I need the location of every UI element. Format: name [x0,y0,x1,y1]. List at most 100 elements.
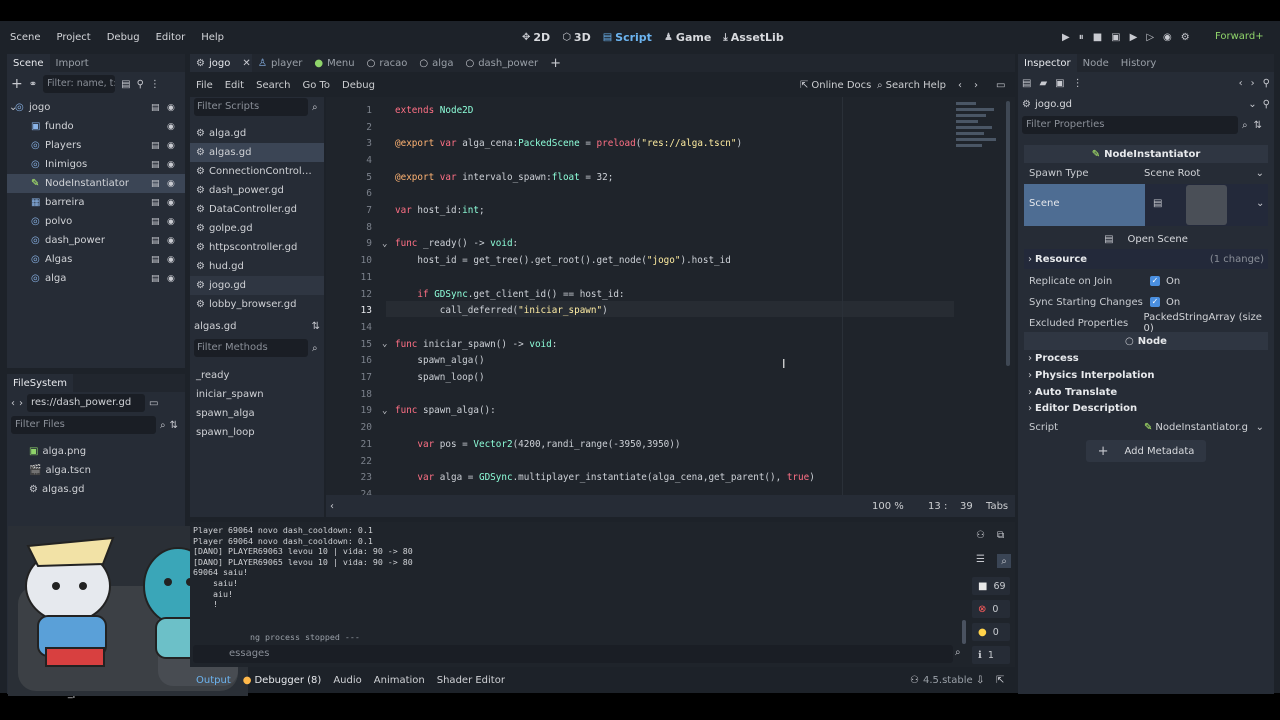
history-forward-icon[interactable]: › [1251,78,1255,89]
close-icon[interactable]: ✕ [242,58,250,69]
window-icon[interactable]: ▭ [996,80,1005,91]
scene-node-nodeinstantiator[interactable]: ✎ NodeInstantiator ◉ ▤ [7,174,185,193]
code-line[interactable]: 2 [326,119,966,136]
visibility-eye-icon[interactable]: ◉ [167,274,175,284]
script-attach-icon[interactable]: ▤ [121,79,130,90]
menu-project[interactable]: Project [49,32,99,43]
script-attached-icon[interactable]: ▤ [151,160,160,170]
code-line[interactable]: 23 var alga = GDSync.multiplayer_instant… [326,469,966,486]
property-value[interactable]: PackedStringArray (size 0) [1144,312,1268,334]
add-tab-icon[interactable]: + [550,56,561,71]
chevron-down-icon[interactable]: ⌄ [1256,168,1264,179]
sort-icon[interactable]: ⇅ [312,321,320,332]
visibility-eye-icon[interactable]: ◉ [167,198,175,208]
workspace-assetlib[interactable]: ⤓ AssetLib [717,31,789,44]
indent-mode[interactable]: Tabs [986,501,1008,512]
add-metadata-button[interactable]: + Add Metadata [1086,440,1206,462]
fold-chevron-icon[interactable]: ⌄ [382,239,387,249]
sort-icon[interactable]: ⇅ [170,420,178,431]
save-icon[interactable]: ▣ [1055,78,1064,89]
file-item[interactable]: ▣ alga.png [7,442,185,461]
clear-output-icon[interactable]: ⚇ [976,530,985,541]
open-scene-button[interactable]: ▤ Open Scene [1024,229,1268,249]
code-line[interactable]: 14 [326,319,966,336]
script-attached-icon[interactable]: ▤ [151,179,160,189]
scene-node-algas[interactable]: ◎ Algas ◉ ▤ [7,250,185,269]
property-excluded-properties[interactable]: Excluded Properties PackedStringArray (si… [1024,312,1268,334]
code-line[interactable]: 19 func spawn_alga(): ⌄ [326,403,966,420]
chevron-down-icon[interactable]: ⌄ [1256,198,1264,209]
code-line[interactable]: 11 [326,269,966,286]
code-line[interactable]: 4 [326,152,966,169]
scene-node-barreira[interactable]: ▦ barreira ◉ ▤ [7,193,185,212]
search-help-button[interactable]: ⌕ Search Help [877,80,946,91]
kebab-menu-icon[interactable]: ⋮ [150,79,160,90]
workspace-3d[interactable]: ⬡ 3D [556,31,597,44]
history-back-icon[interactable]: ‹ [958,80,962,91]
script-list-item[interactable]: ⚙ jogo.gd [190,276,324,295]
visibility-eye-icon[interactable]: ◉ [167,141,175,151]
vertical-scrollbar[interactable] [1006,101,1010,366]
search-output-icon[interactable]: ⌕ [997,554,1011,568]
split-mode-icon[interactable]: ▭ [149,398,158,409]
code-line[interactable]: 12 if GDSync.get_client_id() == host_id: [326,286,966,303]
scene-node-players[interactable]: ◎ Players ◉ ▤ [7,136,185,155]
script-attached-icon[interactable]: ▤ [151,217,160,227]
online-docs-button[interactable]: ⇱ Online Docs [800,80,871,91]
play-custom-icon[interactable]: ▷ [1146,32,1154,43]
script-attached-icon[interactable]: ▤ [151,141,160,151]
script-attached-icon[interactable]: ▤ [151,236,160,246]
fold-chevron-icon[interactable]: ⌄ [382,339,387,349]
menu-debug[interactable]: Debug [99,32,148,43]
script-list-item[interactable]: ⚙ DataController.gd [190,200,324,219]
tab-filesystem[interactable]: FileSystem [7,374,74,392]
method-item[interactable]: spawn_alga [190,404,324,423]
remote-debug-icon[interactable]: ▣ [1111,32,1120,43]
history-forward-icon[interactable]: › [974,80,978,91]
script-menu-file[interactable]: File [190,80,219,91]
property-script[interactable]: Script ✎ NodeInstantiator.g ⌄ [1024,417,1268,437]
code-line[interactable]: 15 func iniciar_spawn() -> void: ⌄ [326,336,966,353]
filter-methods-input[interactable]: Filter Methods [194,339,308,357]
tab-racao[interactable]: ○ racao [361,54,414,72]
chevron-down-icon[interactable]: ⌄ [1256,422,1264,433]
tab-scene[interactable]: Scene [7,54,50,72]
fold-chevron-icon[interactable]: ⌄ [382,406,387,416]
stop-icon[interactable]: ■ [1093,32,1102,43]
zoom-level[interactable]: 100 % [872,501,904,512]
kebab-menu-icon[interactable]: ⋮ [1073,78,1083,89]
wrap-icon[interactable]: ☰ [976,554,985,565]
menu-help[interactable]: Help [193,32,232,43]
code-line[interactable]: 21 var pos = Vector2(4200,randi_range(-3… [326,436,966,453]
code-line[interactable]: 10 host_id = get_tree().get_root().get_n… [326,252,966,269]
script-attached-icon[interactable]: ▤ [151,198,160,208]
method-item[interactable]: _ready [190,366,324,385]
script-list-item[interactable]: ⚙ConnectionController.gd [190,162,324,181]
workspace-2d[interactable]: ✥ 2D [516,31,556,44]
filter-warnings-toggle[interactable]: ● 0 [972,623,1010,641]
pin-icon[interactable]: ⇩ [976,675,984,686]
visibility-eye-icon[interactable]: ◉ [167,103,175,113]
code-line[interactable]: 20 [326,419,966,436]
scene-node-alga[interactable]: ◎ alga ◉ ▤ [7,269,185,288]
script-attached-icon[interactable]: ▤ [151,103,160,113]
copy-output-icon[interactable]: ⧉ [997,530,1004,541]
property-scene-row[interactable]: Scene ▤ ⌄ [1024,184,1268,226]
code-line[interactable]: 3 @export var alga_cena:PackedScene = pre… [326,135,966,152]
script-list-item[interactable]: ⚙ lobby_browser.gd [190,295,324,313]
script-list-item[interactable]: ⚙ dash_power.gd [190,181,324,200]
visibility-eye-icon[interactable]: ◉ [167,122,175,132]
code-line[interactable]: 7 var host_id:int; [326,202,966,219]
tab-audio[interactable]: Audio [327,670,367,690]
history-back-icon[interactable]: ‹ [1239,78,1243,89]
output-vscrollbar[interactable] [962,620,966,644]
tab-alga[interactable]: ○ alga [413,54,459,72]
scene-node-polvo[interactable]: ◎ polvo ◉ ▤ [7,212,185,231]
file-filter-input[interactable]: Filter Files [11,416,156,434]
tab-inspector[interactable]: Inspector [1018,54,1077,72]
scene-node-fundo[interactable]: ▣ fundo ◉ [7,117,185,136]
code-line[interactable]: 16 spawn_alga() [326,353,966,370]
chevron-down-icon[interactable]: ⌄ [1248,99,1256,110]
pause-icon[interactable]: ⏸ [1079,32,1084,43]
play-scene-icon[interactable]: ▶ [1130,32,1138,43]
